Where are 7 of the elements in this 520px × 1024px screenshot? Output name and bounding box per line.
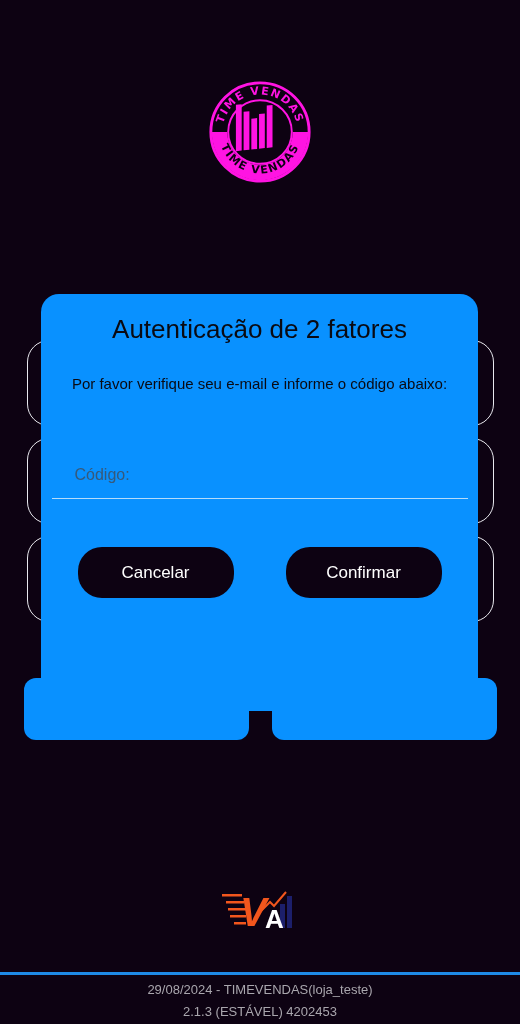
footer-text: 2.1.3 (ESTÁVEL) 4202453 [183, 1004, 337, 1019]
code-input-field[interactable]: Código: [51, 466, 468, 499]
dialog-message: Por favor verifique seu e-mail e informe o código abaixo: [71, 375, 448, 392]
dialog-title: Autenticação de 2 fatores [112, 314, 407, 345]
dialog-button[interactable]: Confirmar [285, 547, 442, 598]
footer-text: 29/08/2024 - TIMEVENDAS(loja_teste) [147, 982, 373, 997]
dialog-button[interactable]: Cancelar [77, 547, 234, 598]
